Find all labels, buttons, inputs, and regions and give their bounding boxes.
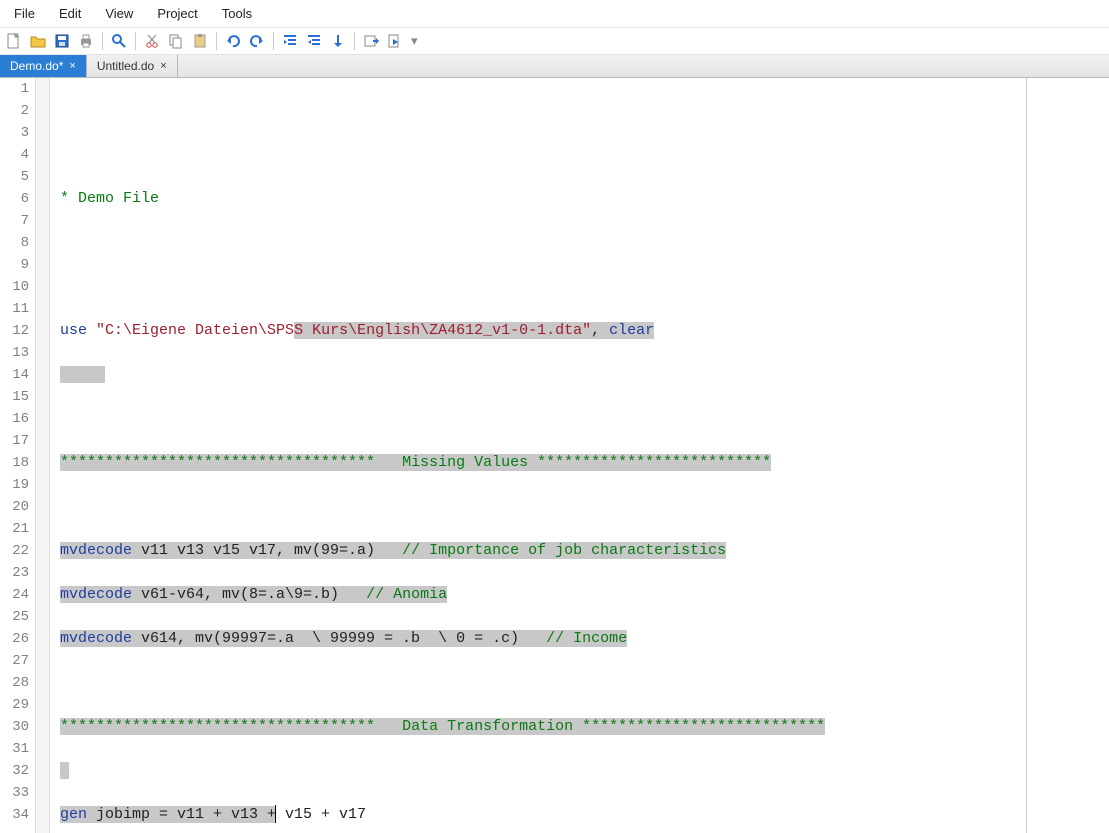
- menu-file[interactable]: File: [4, 2, 45, 25]
- line-number: 27: [0, 650, 29, 672]
- line-number: 4: [0, 144, 29, 166]
- line-number: 19: [0, 474, 29, 496]
- line-number: 21: [0, 518, 29, 540]
- code-line[interactable]: [60, 496, 1026, 518]
- line-number: 18: [0, 452, 29, 474]
- line-number: 11: [0, 298, 29, 320]
- line-number: 10: [0, 276, 29, 298]
- line-number: 24: [0, 584, 29, 606]
- tab-untitled-do[interactable]: Untitled.do ×: [87, 55, 178, 77]
- find-icon[interactable]: [109, 31, 129, 51]
- redo-icon[interactable]: [247, 31, 267, 51]
- code-line[interactable]: [60, 364, 1026, 386]
- code-line[interactable]: [60, 100, 1026, 122]
- code-line[interactable]: *********************************** Miss…: [60, 452, 1026, 474]
- menu-tools[interactable]: Tools: [212, 2, 262, 25]
- line-number: 16: [0, 408, 29, 430]
- toolbar: ▾: [0, 28, 1109, 55]
- close-icon[interactable]: ×: [69, 60, 75, 72]
- code-line[interactable]: gen jobimp = v11 + v13 + v15 + v17: [60, 804, 1026, 826]
- bookmark-icon[interactable]: [328, 31, 348, 51]
- code-line[interactable]: [60, 144, 1026, 166]
- code-line[interactable]: [60, 408, 1026, 430]
- tab-label: Untitled.do: [97, 59, 154, 73]
- code-area[interactable]: * Demo File use "C:\Eigene Dateien\SPSS …: [50, 78, 1026, 833]
- menu-view[interactable]: View: [95, 2, 143, 25]
- line-number: 22: [0, 540, 29, 562]
- separator: [102, 32, 103, 50]
- line-number: 29: [0, 694, 29, 716]
- line-number: 9: [0, 254, 29, 276]
- code-line[interactable]: [60, 760, 1026, 782]
- paste-icon[interactable]: [190, 31, 210, 51]
- separator: [216, 32, 217, 50]
- line-number: 5: [0, 166, 29, 188]
- line-number-gutter: 1234567891011121314151617181920212223242…: [0, 78, 36, 833]
- line-number: 2: [0, 100, 29, 122]
- run-selection-icon[interactable]: [361, 31, 381, 51]
- line-number: 7: [0, 210, 29, 232]
- new-file-icon[interactable]: [4, 31, 24, 51]
- code-line[interactable]: mvdecode v11 v13 v15 v17, mv(99=.a) // I…: [60, 540, 1026, 562]
- code-line[interactable]: [60, 672, 1026, 694]
- line-number: 34: [0, 804, 29, 826]
- line-number: 28: [0, 672, 29, 694]
- line-number: 1: [0, 78, 29, 100]
- line-number: 25: [0, 606, 29, 628]
- code-line[interactable]: mvdecode v61-v64, mv(8=.a\9=.b) // Anomi…: [60, 584, 1026, 606]
- line-number: 33: [0, 782, 29, 804]
- code-line[interactable]: *********************************** Data…: [60, 716, 1026, 738]
- line-number: 15: [0, 386, 29, 408]
- print-icon[interactable]: [76, 31, 96, 51]
- line-number: 13: [0, 342, 29, 364]
- line-number: 23: [0, 562, 29, 584]
- line-number: 6: [0, 188, 29, 210]
- code-line[interactable]: [60, 232, 1026, 254]
- line-number: 12: [0, 320, 29, 342]
- open-icon[interactable]: [28, 31, 48, 51]
- separator: [354, 32, 355, 50]
- line-number: 8: [0, 232, 29, 254]
- right-margin: [1026, 78, 1109, 833]
- tab-bar: Demo.do* × Untitled.do ×: [0, 55, 1109, 78]
- indent-icon[interactable]: [280, 31, 300, 51]
- code-line[interactable]: use "C:\Eigene Dateien\SPSS Kurs\English…: [60, 320, 1026, 342]
- menu-project[interactable]: Project: [147, 2, 207, 25]
- code-line[interactable]: mvdecode v614, mv(99997=.a \ 99999 = .b …: [60, 628, 1026, 650]
- run-file-icon[interactable]: [385, 31, 405, 51]
- close-icon[interactable]: ×: [160, 60, 166, 72]
- undo-icon[interactable]: [223, 31, 243, 51]
- line-number: 17: [0, 430, 29, 452]
- separator: [273, 32, 274, 50]
- menubar: File Edit View Project Tools: [0, 0, 1109, 28]
- tab-label: Demo.do*: [10, 59, 63, 73]
- line-number: 30: [0, 716, 29, 738]
- line-number: 32: [0, 760, 29, 782]
- line-number: 31: [0, 738, 29, 760]
- menu-edit[interactable]: Edit: [49, 2, 91, 25]
- tab-demo-do[interactable]: Demo.do* ×: [0, 55, 87, 77]
- line-number: 20: [0, 496, 29, 518]
- editor[interactable]: 1234567891011121314151617181920212223242…: [0, 78, 1109, 833]
- code-line[interactable]: * Demo File: [60, 188, 1026, 210]
- code-line[interactable]: [60, 276, 1026, 298]
- cut-icon[interactable]: [142, 31, 162, 51]
- save-icon[interactable]: [52, 31, 72, 51]
- line-number: 14: [0, 364, 29, 386]
- separator: [135, 32, 136, 50]
- toolbar-overflow: ▾: [411, 33, 418, 49]
- outdent-icon[interactable]: [304, 31, 324, 51]
- copy-icon[interactable]: [166, 31, 186, 51]
- line-number: 26: [0, 628, 29, 650]
- line-number: 3: [0, 122, 29, 144]
- fold-column: [36, 78, 50, 833]
